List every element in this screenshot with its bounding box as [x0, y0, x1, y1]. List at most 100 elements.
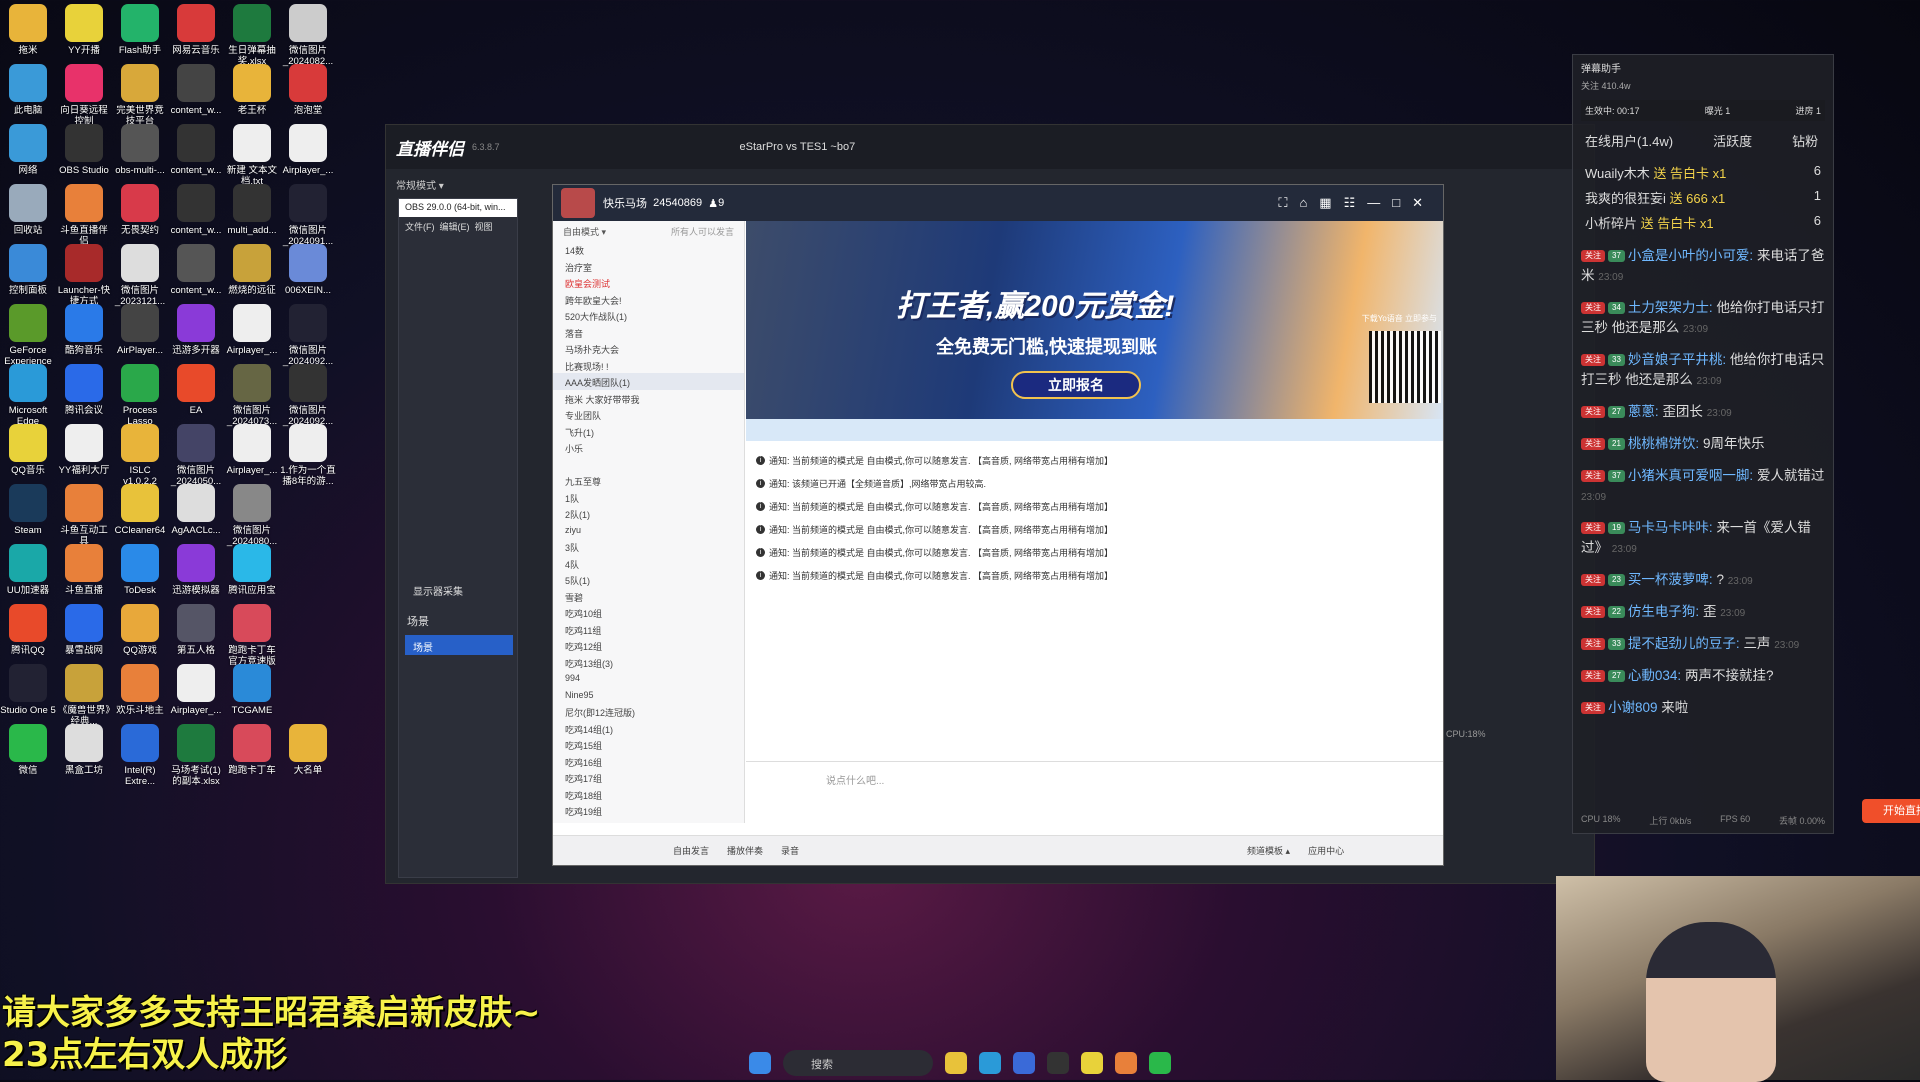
desktop-icon[interactable]: 迅游模拟器 — [168, 544, 224, 596]
channel-tree-item[interactable]: 吃鸡13组(3) — [553, 654, 744, 671]
channel-tree-item[interactable]: 3队 — [553, 538, 744, 555]
channel-template-button[interactable]: 频道模板 ▴ — [1247, 844, 1290, 857]
desktop-icon[interactable]: 跑跑卡丁车 — [224, 724, 280, 776]
record-button[interactable]: 录音 — [781, 844, 799, 857]
channel-tree-item[interactable]: 吃鸡11组 — [553, 621, 744, 638]
channel-tree-item[interactable]: 吃鸡14组(1) — [553, 720, 744, 737]
channel-tree-item[interactable]: 落音 — [553, 324, 744, 341]
desktop-icon[interactable]: Airplayer_... — [224, 304, 280, 356]
scene-item[interactable]: 场景 — [405, 635, 513, 655]
desktop-icon[interactable]: 微信图片_2024080... — [224, 484, 280, 547]
comment-user[interactable]: 桃桃棉饼饮: — [1628, 436, 1699, 451]
taskbar-search[interactable]: 搜索 — [783, 1050, 933, 1076]
desktop-icon[interactable]: content_w... — [168, 244, 224, 296]
desktop-icon[interactable]: Airplayer_... — [224, 424, 280, 476]
comment-user[interactable]: 妙音娘子平井桃: — [1628, 352, 1726, 367]
app-icon[interactable] — [1013, 1052, 1035, 1074]
desktop-icon[interactable]: CCleaner64 — [112, 484, 168, 536]
channel-tree-item[interactable]: 尼尔(即12连冠版) — [553, 703, 744, 720]
desktop-icon[interactable]: 微信图片_2024092... — [280, 304, 336, 367]
desktop-icon[interactable]: YY福利大厅 — [56, 424, 112, 476]
menu-view[interactable]: 视图 — [475, 222, 493, 232]
desktop-icon[interactable]: 欢乐斗地主 — [112, 664, 168, 716]
desktop-icon[interactable]: 微信图片_2023121... — [112, 244, 168, 307]
channel-tree-item[interactable]: AAA发晒团队(1) — [553, 373, 744, 390]
channel-tree-item[interactable]: 飞升(1) — [553, 423, 744, 440]
desktop-icon[interactable]: 拖米 — [0, 4, 56, 56]
desktop-icon[interactable]: obs-multi-... — [112, 124, 168, 176]
desktop-icon[interactable]: ToDesk — [112, 544, 168, 596]
desktop-icon[interactable]: 酷狗音乐 — [56, 304, 112, 356]
desktop-icon[interactable]: Flash助手 — [112, 4, 168, 56]
channel-tree-item[interactable] — [553, 456, 744, 473]
window-controls[interactable]: ⛶⌂▦☷―□✕ — [1278, 195, 1435, 211]
channel-tree-item[interactable]: 吃鸡17组 — [553, 769, 744, 786]
desktop-icon[interactable]: 006XEIN... — [280, 244, 336, 296]
yy-icon[interactable] — [1081, 1052, 1103, 1074]
mode-select[interactable]: 常规模式 ▾ — [396, 177, 444, 192]
desktop-icon[interactable]: 生日弹幕抽奖.xlsx — [224, 4, 280, 67]
channel-tree-item[interactable]: 跨年欧皇大会! — [553, 291, 744, 308]
channel-mode[interactable]: 自由模式 ▾ — [563, 225, 606, 237]
scene-tab[interactable]: eStarPro vs TES1 ~bo7 — [740, 141, 856, 153]
desktop-icon[interactable]: 无畏契约 — [112, 184, 168, 236]
desktop-icon[interactable]: Studio One 5 — [0, 664, 56, 716]
desktop-icon[interactable]: 1.作为一个直播8年的游... — [280, 424, 336, 487]
desktop-icon[interactable]: content_w... — [168, 64, 224, 116]
channel-tree-item[interactable]: 1队 — [553, 489, 744, 506]
desktop-icon[interactable]: OBS Studio — [56, 124, 112, 176]
desktop-icon[interactable]: GeForce Experience — [0, 304, 56, 367]
desktop-icon[interactable]: 微信图片_2024082... — [280, 4, 336, 67]
banner-signup-button[interactable]: 立即报名 — [1011, 371, 1141, 399]
desktop-icon[interactable]: 第五人格 — [168, 604, 224, 656]
menu-edit[interactable]: 编辑(E) — [440, 222, 470, 232]
wechat-icon[interactable] — [1149, 1052, 1171, 1074]
desktop-icon[interactable]: 老王杯 — [224, 64, 280, 116]
desktop-icon[interactable]: 迅游多开器 — [168, 304, 224, 356]
desktop-icon[interactable]: 马场考试(1)的副本.xlsx — [168, 724, 224, 787]
desktop-icon[interactable]: 燃烧的远征 — [224, 244, 280, 296]
desktop-icon[interactable]: 微信图片_2024092... — [280, 364, 336, 427]
desktop-icon[interactable]: Process Lasso — [112, 364, 168, 427]
start-icon[interactable] — [749, 1052, 771, 1074]
start-live-button[interactable]: 开始直播 — [1862, 799, 1920, 823]
comment-user[interactable]: 马卡马卡咔咔: — [1628, 520, 1713, 535]
comment-user[interactable]: 心動034: — [1628, 668, 1681, 683]
desktop-icon[interactable]: Steam — [0, 484, 56, 536]
desktop-icon[interactable]: 此电脑 — [0, 64, 56, 116]
desktop-icon[interactable]: 泡泡堂 — [280, 64, 336, 116]
desktop-icon[interactable]: QQ音乐 — [0, 424, 56, 476]
desktop-icon[interactable]: 向日葵远程控制 — [56, 64, 112, 127]
desktop-icon[interactable]: ISLC v1.0.2.2 — [112, 424, 168, 487]
desktop-icon[interactable]: 斗鱼直播 — [56, 544, 112, 596]
desktop-icon[interactable]: 回收站 — [0, 184, 56, 236]
channel-tree-item[interactable]: 14数 — [553, 241, 744, 258]
desktop-icon[interactable]: UU加速器 — [0, 544, 56, 596]
channel-tree-item[interactable]: 拖米 大家好带带我 — [553, 390, 744, 407]
desktop-icon[interactable]: 跑跑卡丁车官方竞速版 — [224, 604, 280, 667]
desktop-icon[interactable]: 腾讯会议 — [56, 364, 112, 416]
desktop-icon[interactable]: AgAACLc... — [168, 484, 224, 536]
channel-tree-item[interactable]: 吃鸡18组 — [553, 786, 744, 803]
desktop-icon[interactable]: TCGAME — [224, 664, 280, 716]
desktop-icon[interactable]: 《魔兽世界》经典... — [56, 664, 112, 727]
comment-user[interactable]: 仿生电子狗: — [1628, 604, 1699, 619]
desktop-icon[interactable]: Launcher-快捷方式 — [56, 244, 112, 307]
promo-banner[interactable]: 打王者,赢200元赏金! 全免费无门槛,快速提现到账 立即报名 下载Yo语音 立… — [746, 221, 1443, 419]
desktop-icon[interactable]: 控制面板 — [0, 244, 56, 296]
desktop-icon[interactable]: multi_add... — [224, 184, 280, 236]
desktop-icon[interactable]: QQ游戏 — [112, 604, 168, 656]
desktop-icon[interactable]: YY开播 — [56, 4, 112, 56]
desktop-icon[interactable]: content_w... — [168, 184, 224, 236]
channel-tree-item[interactable]: 马场扑克大会 — [553, 340, 744, 357]
desktop-icon[interactable]: 完美世界竞技平台 — [112, 64, 168, 127]
desktop-icon[interactable]: EA — [168, 364, 224, 416]
tab-diamond-fans[interactable]: 钻粉 — [1792, 131, 1818, 150]
channel-tree-item[interactable]: 九五至尊 — [553, 472, 744, 489]
desktop-icon[interactable]: 斗鱼互动工具 — [56, 484, 112, 547]
obs-icon[interactable] — [1047, 1052, 1069, 1074]
desktop-icon[interactable]: Airplayer_... — [280, 124, 336, 176]
desktop-icon[interactable]: 腾讯QQ — [0, 604, 56, 656]
channel-tree-item[interactable]: 吃鸡12组 — [553, 637, 744, 654]
tab-activity[interactable]: 活跃度 — [1713, 131, 1752, 150]
